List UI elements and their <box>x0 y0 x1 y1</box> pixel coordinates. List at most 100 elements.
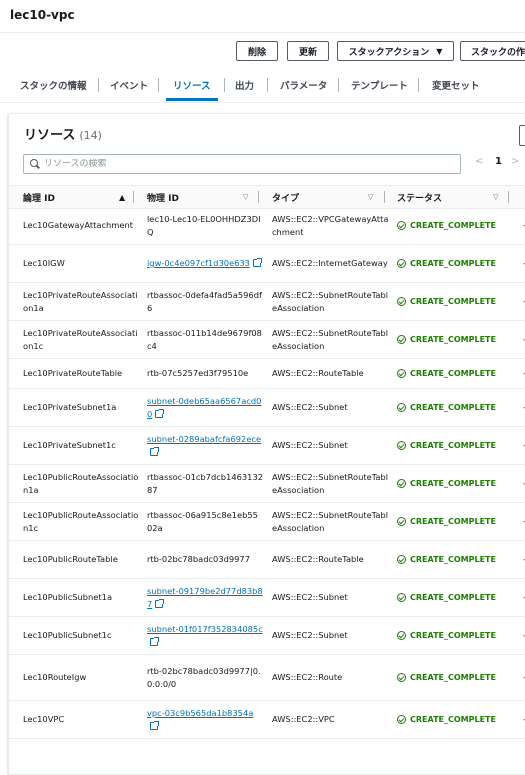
divider <box>0 102 525 103</box>
logical-id: Lec10PublicSubnet1c <box>23 630 112 640</box>
table-header: 論理 ID ▲ 物理 ID ▽ タイプ ▽ ステータス ▽ <box>9 185 525 209</box>
resource-type: AWS::EC2::Subnet <box>272 402 348 412</box>
physical-id: rtb-07c5257ed3f79510e <box>147 368 249 378</box>
status-text: CREATE_COMPLETE <box>410 673 496 682</box>
logical-id: Lec10PrivateRouteTable <box>23 368 123 378</box>
tab-separator <box>418 78 419 92</box>
resource-type: AWS::EC2::SubnetRouteTableAssociation <box>272 509 389 533</box>
resource-type: AWS::EC2::VPCGatewayAttachment <box>272 213 389 237</box>
search-input[interactable] <box>44 159 444 169</box>
resource-type: AWS::EC2::InternetGateway <box>272 258 388 268</box>
physical-id-link[interactable]: vpc-03c9b565da1b8354a <box>147 708 253 718</box>
panel-title: リソース (14) <box>24 124 102 143</box>
resource-type: AWS::EC2::SubnetRouteTableAssociation <box>272 327 389 351</box>
resource-type: AWS::EC2::Subnet <box>272 440 348 450</box>
physical-id-link[interactable]: subnet-0289abafcfa692ece <box>147 434 261 444</box>
resource-type: AWS::EC2::SubnetRouteTableAssociation <box>272 471 389 495</box>
column-physical-id[interactable]: 物理 ID <box>147 186 179 208</box>
column-status[interactable]: ステータス <box>397 186 442 208</box>
resources-count: (14) <box>79 129 102 142</box>
status-text: CREATE_COMPLETE <box>410 631 496 640</box>
update-button[interactable]: 更新 <box>287 41 329 61</box>
status-text: CREATE_COMPLETE <box>410 335 496 344</box>
status-text: CREATE_COMPLETE <box>410 517 496 526</box>
table-row: Lec10PublicRouteAssociation1c rtbassoc-06… <box>9 503 525 541</box>
logical-id: Lec10PublicSubnet1a <box>23 592 113 602</box>
column-separator <box>508 191 509 203</box>
resources-panel: リソース(14) < 1 > 論理 ID ▲ 物理 ID ▽ タイプ ▽ ステー… <box>8 113 525 775</box>
status-text: CREATE_COMPLETE <box>410 593 496 602</box>
physical-id: lec10-Lec10-EL0OHHDZ3DIQ <box>147 213 261 237</box>
table-row: Lec10PrivateRouteAssociation1a rtbassoc-0… <box>9 283 525 321</box>
sort-icon[interactable]: ▽ <box>243 186 248 208</box>
physical-id-link[interactable]: igw-0c4e097cf1d30e633 <box>147 258 250 268</box>
column-separator <box>258 191 259 203</box>
sort-icon[interactable]: ▽ <box>493 186 498 208</box>
chevron-right-icon[interactable]: > <box>511 156 519 167</box>
logical-id: Lec10PrivateRouteAssociation1a <box>23 289 138 313</box>
table-row: Lec10PublicRouteTable rtb-02bc78badc03d99… <box>9 541 525 579</box>
tab-separator <box>158 78 159 92</box>
stack-actions-button[interactable]: スタックアクション ▼ <box>337 41 454 61</box>
physical-id: rtbassoc-01cb7dcb146313287 <box>147 471 264 495</box>
logical-id: Lec10PrivateRouteAssociation1c <box>23 327 138 351</box>
physical-id-link[interactable]: subnet-0deb65aa6567acd00 <box>147 396 261 419</box>
create-stack-button[interactable]: スタックの作成 <box>460 41 525 61</box>
tab-events[interactable]: イベント <box>110 70 148 100</box>
physical-id: rtbassoc-06a915c8e1eb5502a <box>147 509 258 533</box>
status-text: CREATE_COMPLETE <box>410 441 496 450</box>
resource-type: AWS::EC2::RouteTable <box>272 554 364 564</box>
success-icon <box>397 369 406 378</box>
logical-id: Lec10GatewayAttachment <box>23 220 133 230</box>
tab-stack-info[interactable]: スタックの情報 <box>20 70 87 100</box>
external-link-icon <box>252 258 262 267</box>
physical-id: rtb-02bc78badc03d9977|0.0.0.0/0 <box>147 665 261 689</box>
chevron-left-icon[interactable]: < <box>475 156 483 167</box>
physical-id-link[interactable]: subnet-09179be2d77d83b87 <box>147 586 263 609</box>
status-text: CREATE_COMPLETE <box>410 369 496 378</box>
status-text: CREATE_COMPLETE <box>410 715 496 724</box>
resource-type: AWS::EC2::Subnet <box>272 630 348 640</box>
resource-type: AWS::EC2::VPC <box>272 714 335 724</box>
success-icon <box>397 297 406 306</box>
tab-parameters[interactable]: パラメータ <box>280 70 327 100</box>
column-type[interactable]: タイプ <box>272 186 299 208</box>
panel-action-button[interactable] <box>519 125 525 146</box>
column-separator <box>384 191 385 203</box>
tab-change-sets[interactable]: 変更セット <box>432 70 480 100</box>
sort-icon[interactable]: ▽ <box>368 186 373 208</box>
success-icon <box>397 593 406 602</box>
external-link-icon <box>155 408 165 418</box>
sort-ascending-icon[interactable]: ▲ <box>119 186 125 208</box>
external-link-icon <box>150 720 159 730</box>
table-row: Lec10PrivateRouteAssociation1c rtbassoc-0… <box>9 321 525 359</box>
tab-template[interactable]: テンプレート <box>351 70 408 100</box>
page-title: lec10-vpc <box>10 8 75 22</box>
tab-resources[interactable]: リソース <box>173 70 211 100</box>
success-icon <box>397 479 406 488</box>
logical-id: Lec10PrivateSubnet1c <box>23 440 116 450</box>
resource-type: AWS::EC2::Subnet <box>272 592 348 602</box>
column-logical-id[interactable]: 論理 ID <box>23 186 55 208</box>
resource-type: AWS::EC2::RouteTable <box>272 368 364 378</box>
search-box[interactable] <box>23 154 461 174</box>
external-link-icon <box>150 446 159 456</box>
success-icon <box>397 221 406 230</box>
stack-actions-label: スタックアクション <box>348 47 430 58</box>
column-separator <box>133 191 134 203</box>
physical-id: rtbassoc-0defa4fad5a596df6 <box>147 289 262 313</box>
table-row: Lec10PublicSubnet1a subnet-09179be2d77d83… <box>9 579 525 617</box>
success-icon <box>397 555 406 564</box>
page-number[interactable]: 1 <box>495 156 502 167</box>
table-row: Lec10PrivateSubnet1a subnet-0deb65aa6567a… <box>9 389 525 427</box>
physical-id-link[interactable]: subnet-01f017f352834085c <box>147 624 263 634</box>
tab-separator <box>224 78 225 92</box>
table-row: Lec10RouteIgw rtb-02bc78badc03d9977|0.0.0… <box>9 655 525 701</box>
status-text: CREATE_COMPLETE <box>410 403 496 412</box>
logical-id: Lec10PublicRouteAssociation1c <box>23 509 139 533</box>
logical-id: Lec10IGW <box>23 258 65 268</box>
tab-separator <box>338 78 339 92</box>
tab-outputs[interactable]: 出力 <box>235 70 254 100</box>
table-row: Lec10VPC vpc-03c9b565da1b8354a AWS::EC2::V… <box>9 701 525 739</box>
delete-button[interactable]: 削除 <box>236 41 278 61</box>
